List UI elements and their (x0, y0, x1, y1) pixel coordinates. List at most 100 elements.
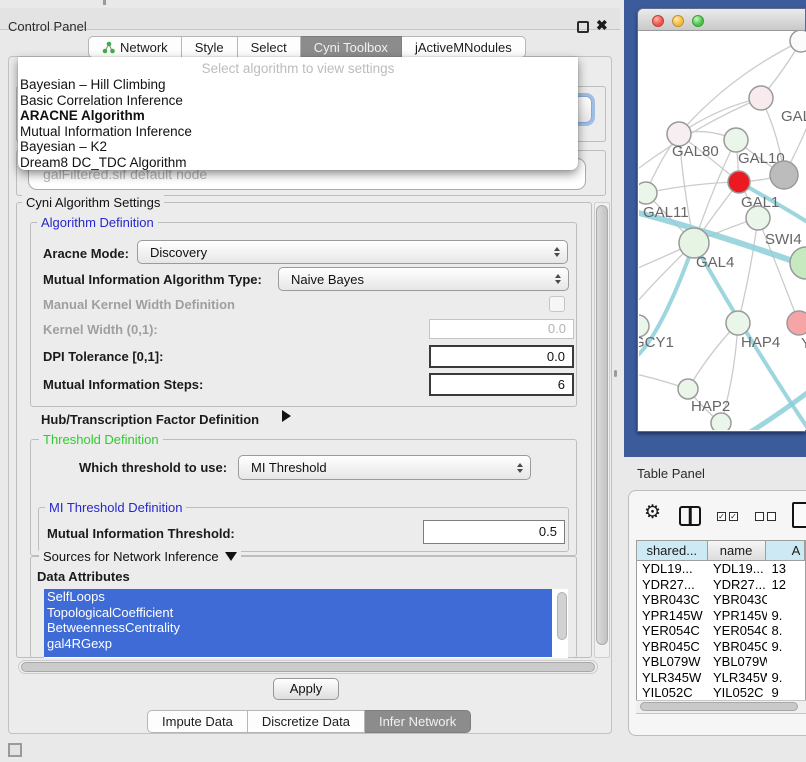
table-cell[interactable]: 9. (767, 639, 805, 655)
table-cell[interactable]: 12 (767, 577, 805, 593)
network-node-y[interactable] (787, 311, 806, 335)
close-button[interactable] (652, 15, 664, 27)
float-window-icon[interactable] (577, 21, 589, 33)
table-cell[interactable]: YER054C (637, 623, 708, 639)
apply-button[interactable]: Apply (273, 678, 339, 700)
table-cell[interactable]: YIL052C (637, 685, 708, 700)
collapsed-panel-icon[interactable] (8, 743, 22, 757)
column-header-shared[interactable]: shared... (637, 541, 708, 560)
which-threshold-combobox[interactable]: MI Threshold (238, 455, 531, 480)
kernel-width-field[interactable]: 0.0 (429, 319, 574, 339)
checked-checkbox-icon[interactable]: ✓ (729, 512, 738, 521)
tab-cyni-toolbox[interactable]: Cyni Toolbox (301, 36, 402, 58)
attribute-item-gal4rgexp[interactable]: gal4RGexp (44, 636, 552, 652)
close-icon[interactable]: ✖ (596, 17, 608, 34)
table-cell[interactable]: YBL079W (708, 654, 767, 670)
algorithm-option-mutual-information-inference[interactable]: Mutual Information Inference (18, 124, 578, 140)
table-cell[interactable]: YPR145W (708, 608, 767, 624)
tab-select[interactable]: Select (238, 36, 301, 58)
table-cell[interactable]: YBR045C (637, 639, 708, 655)
table-row[interactable]: YBR043CYBR043C (637, 592, 805, 608)
network-node[interactable] (790, 247, 806, 279)
table-cell[interactable]: 9 (767, 685, 805, 700)
list-scrollbar[interactable] (557, 592, 567, 640)
mi-steps-field[interactable]: 6 (429, 373, 574, 396)
table-row[interactable]: YER054CYER054C8. (637, 623, 805, 639)
table-cell[interactable]: YBR043C (637, 592, 708, 608)
network-node[interactable] (711, 413, 731, 430)
attribute-item-selfloops[interactable]: SelfLoops (44, 589, 552, 605)
mi-threshold-field[interactable]: 0.5 (423, 520, 565, 544)
table-cell[interactable]: 9. (767, 608, 805, 624)
network-node-swi4[interactable] (746, 206, 770, 230)
minimize-button[interactable] (672, 15, 684, 27)
algorithm-option-dream8-dc-tdc-algorithm[interactable]: Dream8 DC_TDC Algorithm (18, 155, 578, 171)
table-cell[interactable]: YBR045C (708, 639, 767, 655)
zoom-button[interactable] (692, 15, 704, 27)
table-cell[interactable]: 9. (767, 670, 805, 686)
network-window-titlebar[interactable] (638, 9, 805, 31)
column-header-name[interactable]: name (708, 541, 766, 560)
expand-arrow-icon[interactable] (282, 410, 291, 422)
aracne-mode-combobox[interactable]: Discovery (137, 240, 568, 264)
table-row[interactable]: YDL19...YDL19...13 (637, 561, 805, 577)
checked-checkbox-icon[interactable]: ✓ (717, 512, 726, 521)
table-horizontal-scrollbar-thumb[interactable] (640, 702, 798, 711)
network-node[interactable] (770, 161, 798, 189)
network-node-gal1[interactable] (728, 171, 750, 193)
table-cell[interactable]: YDR27... (637, 577, 708, 593)
table-row[interactable]: YLR345WYLR345W9. (637, 670, 805, 686)
table-row[interactable]: YBR045CYBR045C9. (637, 639, 805, 655)
table-cell[interactable]: YPR145W (637, 608, 708, 624)
hub-section-label[interactable]: Hub/Transcription Factor Definition (41, 412, 259, 427)
network-node-hap2[interactable] (678, 379, 698, 399)
table-cell[interactable]: YLR345W (708, 670, 767, 686)
manual-kernel-checkbox[interactable] (549, 296, 565, 312)
gear-icon[interactable]: ⚙ (644, 503, 661, 522)
table-cell[interactable]: YDL19... (708, 561, 767, 577)
algorithm-option-bayesian-k2[interactable]: Bayesian – K2 (18, 139, 578, 155)
tab-network[interactable]: Network (88, 36, 182, 58)
table-cell[interactable] (767, 654, 805, 670)
unchecked-checkbox-icon[interactable] (755, 512, 764, 521)
table-row[interactable]: YIL052CYIL052C9 (637, 685, 805, 700)
table-cell[interactable] (767, 592, 805, 608)
algorithm-option-basic-correlation-inference[interactable]: Basic Correlation Inference (18, 93, 578, 109)
file-icon[interactable] (792, 502, 806, 528)
network-node-gal2[interactable] (749, 86, 773, 110)
table-row[interactable]: YPR145WYPR145W9. (637, 608, 805, 624)
table-cell[interactable]: YBR043C (708, 592, 767, 608)
tab-jactivemnodules[interactable]: jActiveMNodules (402, 36, 526, 58)
settings-vertical-scrollbar-thumb[interactable] (596, 205, 608, 645)
splitter-grip[interactable] (614, 370, 617, 377)
table-row[interactable]: YDR27...YDR27...12 (637, 577, 805, 593)
table-cell[interactable]: YLR345W (637, 670, 708, 686)
tab-discretize-data[interactable]: Discretize Data (248, 710, 365, 733)
algorithm-option-aracne-algorithm[interactable]: ARACNE Algorithm (18, 108, 578, 124)
table-row[interactable]: YBL079WYBL079W (637, 654, 805, 670)
table-cell[interactable]: YIL052C (708, 685, 767, 700)
unchecked-checkbox-icon[interactable] (767, 512, 776, 521)
mi-type-combobox[interactable]: Naive Bayes (278, 267, 569, 291)
network-node[interactable] (790, 31, 806, 52)
table-cell[interactable]: YDR27... (708, 577, 767, 593)
settings-horizontal-scrollbar-thumb[interactable] (21, 662, 595, 672)
table-cell[interactable]: YDL19... (637, 561, 708, 577)
network-node-hap4[interactable] (726, 311, 750, 335)
network-node-gal10[interactable] (724, 128, 748, 152)
sources-group-title[interactable]: Sources for Network Inference (39, 549, 241, 564)
table-cell[interactable]: 13 (767, 561, 805, 577)
table-cell[interactable]: YBL079W (637, 654, 708, 670)
attribute-item-partial[interactable] (44, 651, 552, 657)
tab-style[interactable]: Style (182, 36, 238, 58)
algorithm-option-bayesian-hill-climbing[interactable]: Bayesian – Hill Climbing (18, 77, 578, 93)
network-canvas[interactable]: GAL2GAL80GAL10GAL1GAL11SWI4GAL4GCY1HAP4Y… (639, 31, 806, 430)
attribute-item-topologicalcoefficient[interactable]: TopologicalCoefficient (44, 605, 552, 621)
tab-impute-data[interactable]: Impute Data (147, 710, 248, 733)
network-view-window[interactable]: GAL2GAL80GAL10GAL1GAL11SWI4GAL4GCY1HAP4Y… (637, 8, 806, 432)
network-node-gal11[interactable] (639, 182, 657, 204)
dpi-tolerance-field[interactable]: 0.0 (429, 345, 574, 368)
table-cell[interactable]: 8. (767, 623, 805, 639)
attribute-item-betweennesscentrality[interactable]: BetweennessCentrality (44, 620, 552, 636)
column-header-a[interactable]: A (766, 541, 805, 560)
